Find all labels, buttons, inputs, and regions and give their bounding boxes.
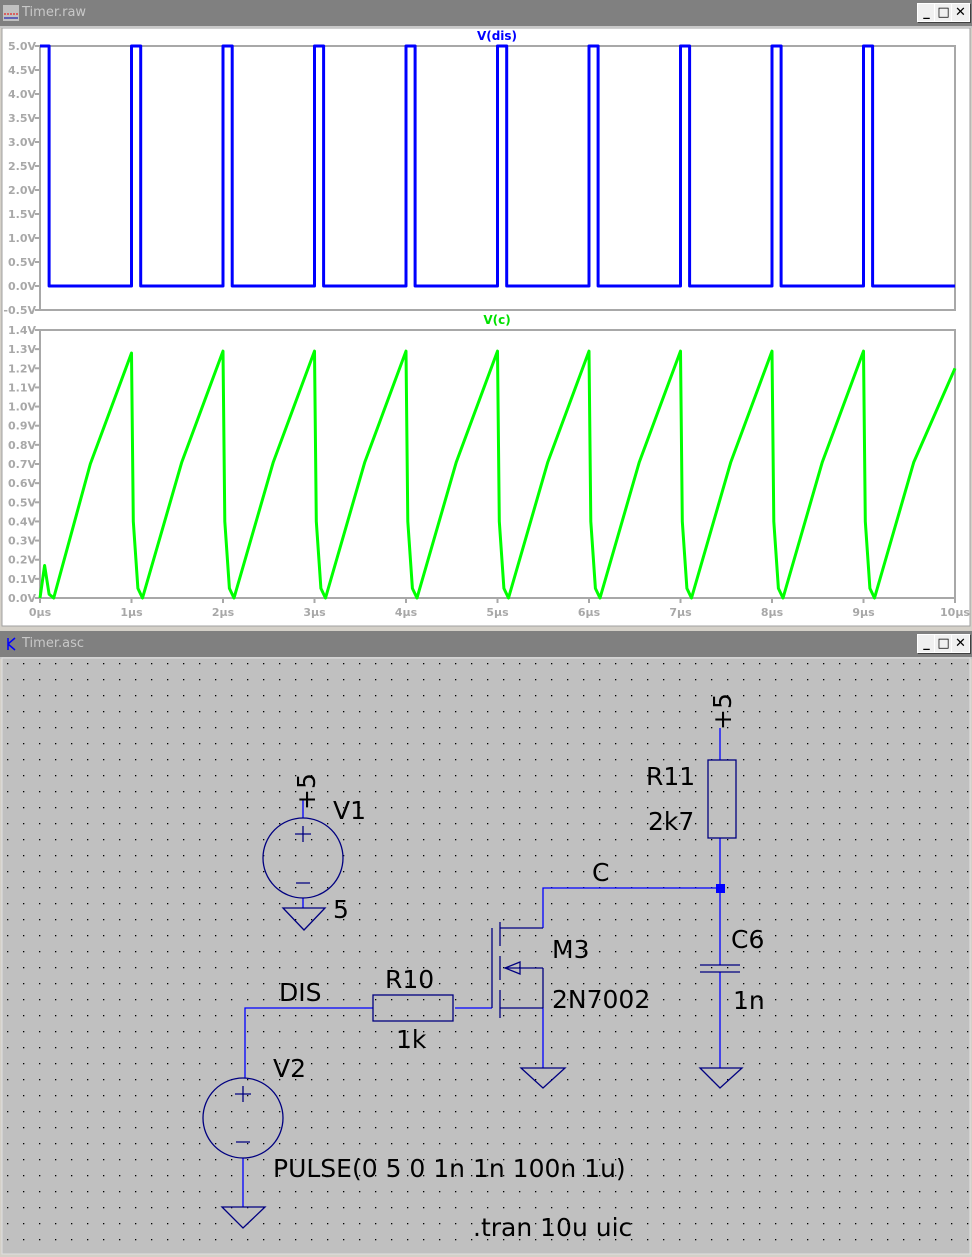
vc-ytick-label: 0.9V <box>8 420 36 433</box>
vc-ytick-label: 0.8V <box>8 439 36 452</box>
vdis-trace-label[interactable]: V(dis) <box>477 29 517 43</box>
vc-xtick-label: 7µs <box>669 606 692 619</box>
mosfet-m3[interactable] <box>491 922 544 1018</box>
vc-xtick-label: 4µs <box>395 606 418 619</box>
resistor-r10[interactable] <box>372 994 454 1022</box>
vdis-ytick-label: 4.5V <box>8 64 36 77</box>
vc-ytick-label: 0.4V <box>8 515 36 528</box>
vc-ytick-label: 0.0V <box>8 592 36 605</box>
vdis-ytick-label: -0.5V <box>3 304 36 317</box>
r11-name[interactable]: R11 <box>646 762 695 791</box>
capacitor-c6[interactable] <box>700 964 740 973</box>
net-label-c[interactable]: C <box>592 858 609 887</box>
vc-trace-label[interactable]: V(c) <box>483 313 510 327</box>
transistor-app-icon <box>7 637 16 651</box>
vc-xtick-label: 10µs <box>940 606 970 619</box>
vc-xtick-label: 3µs <box>303 606 326 619</box>
r11-value[interactable]: 2k7 <box>648 807 694 836</box>
m3-name[interactable]: M3 <box>552 935 589 964</box>
vc-ytick-label: 1.1V <box>8 381 36 394</box>
vdis-ytick-label: 0.5V <box>8 256 36 269</box>
c6-name[interactable]: C6 <box>731 925 764 954</box>
vc-ytick-label: 0.6V <box>8 477 36 490</box>
v2-value[interactable]: PULSE(0 5 0 1n 1n 100n 1u) <box>273 1154 626 1183</box>
vc-ytick-label: 0.7V <box>8 458 36 471</box>
wires <box>242 728 721 1207</box>
junction-dot <box>716 884 725 893</box>
voltage-source-v2[interactable] <box>202 1077 284 1159</box>
waveform-app-icon <box>3 5 19 21</box>
vc-ytick-label: 1.0V <box>8 401 36 414</box>
vc-xtick-label: 1µs <box>120 606 143 619</box>
vc-ytick-label: 0.3V <box>8 535 36 548</box>
resistor-r11[interactable] <box>707 759 737 839</box>
vc-xtick-label: 9µs <box>852 606 875 619</box>
r10-value[interactable]: 1k <box>396 1025 427 1054</box>
voltage-source-v1[interactable] <box>262 817 344 899</box>
vdis-ytick-label: 1.0V <box>8 232 36 245</box>
waveform-window-title: Timer.raw <box>22 5 87 20</box>
vdis-ytick-label: 2.5V <box>8 160 36 173</box>
schematic-window-titlebar[interactable]: Timer.asc _ □ ✕ <box>0 631 972 659</box>
r11-supply-label: +5 <box>708 693 737 730</box>
vdis-ytick-label: 1.5V <box>8 208 36 221</box>
vdis-ytick-label: 2.0V <box>8 184 36 197</box>
waveform-window-titlebar[interactable]: Timer.raw _ □ ✕ <box>0 0 972 28</box>
vc-ytick-label: 0.5V <box>8 496 36 509</box>
m3-model[interactable]: 2N7002 <box>552 985 650 1014</box>
vc-xtick-label: 5µs <box>486 606 509 619</box>
v1-supply-label: +5 <box>292 773 321 810</box>
ground-icon <box>220 1206 267 1229</box>
waveform-plot-area[interactable]: 5.0V 4.5V 4.0V 3.5V 3.0V 2.5V 2.0V 1.5V 1.0V 0.5V… <box>0 28 972 628</box>
vdis-ytick-label: 3.0V <box>8 136 36 149</box>
vc-ytick-label: 1.2V <box>8 362 36 375</box>
v2-name[interactable]: V2 <box>273 1054 306 1083</box>
ground-icon <box>519 1067 567 1089</box>
schematic-window-title: Timer.asc <box>22 636 84 651</box>
net-label-dis[interactable]: DIS <box>279 978 322 1007</box>
ground-icon <box>281 907 327 931</box>
v1-value[interactable]: 5 <box>333 895 349 924</box>
close-button[interactable]: ✕ <box>951 634 970 653</box>
tran-directive[interactable]: .tran 10u uic <box>473 1213 632 1242</box>
vc-xtick-label: 2µs <box>212 606 235 619</box>
v1-name[interactable]: V1 <box>333 796 366 825</box>
vc-ytick-label: 1.3V <box>8 343 36 356</box>
r10-name[interactable]: R10 <box>385 965 434 994</box>
vc-xtick-label: 8µs <box>761 606 784 619</box>
vdis-ytick-label: 3.5V <box>8 112 36 125</box>
vc-ytick-label: 0.1V <box>8 573 36 586</box>
vdis-ytick-label: 5.0V <box>8 40 36 53</box>
vdis-ytick-label: 0.0V <box>8 280 36 293</box>
close-button[interactable]: ✕ <box>951 3 970 22</box>
vdis-ytick-label: 4.0V <box>8 88 36 101</box>
ground-icon <box>698 1067 744 1089</box>
vc-ytick-label: 1.4V <box>8 324 36 337</box>
c6-value[interactable]: 1n <box>733 986 765 1015</box>
vc-xtick-label: 0µs <box>29 606 52 619</box>
vc-ytick-label: 0.2V <box>8 554 36 567</box>
vc-xtick-label: 6µs <box>578 606 601 619</box>
